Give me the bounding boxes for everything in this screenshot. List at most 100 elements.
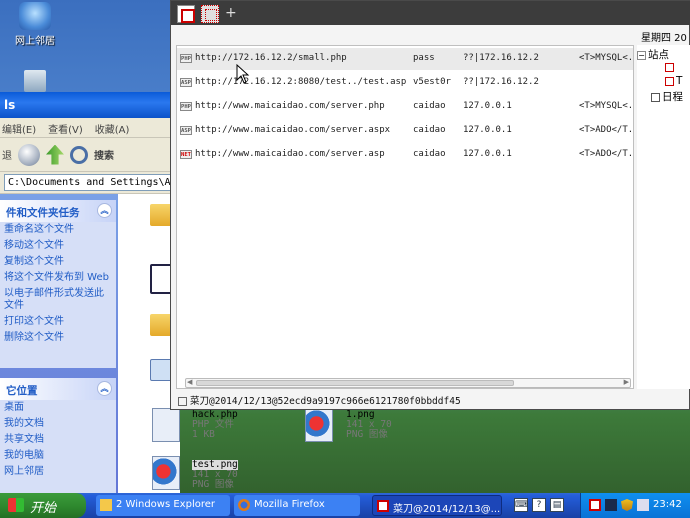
task-rename[interactable]: 重命名这个文件 bbox=[0, 222, 116, 238]
toolbar: 退 搜索 bbox=[0, 138, 180, 172]
folder-icon bbox=[100, 499, 112, 511]
row-password: v5est0r bbox=[413, 77, 451, 87]
scrollbar-thumb[interactable] bbox=[196, 380, 514, 386]
task-email[interactable]: 以电子邮件形式发送此文件 bbox=[0, 286, 116, 314]
scroll-left-icon[interactable]: ◀ bbox=[187, 378, 192, 386]
start-button[interactable]: 开始 bbox=[0, 493, 86, 518]
place-shared-documents[interactable]: 共享文档 bbox=[0, 432, 116, 448]
site-list: PHP http://172.16.12.2/small.php pass ??… bbox=[176, 45, 634, 389]
place-network[interactable]: 网上邻居 bbox=[0, 464, 116, 480]
task-copy[interactable]: 复制这个文件 bbox=[0, 254, 116, 270]
firefox-icon bbox=[238, 499, 250, 511]
desktop-icon-label: 网上邻居 bbox=[15, 36, 55, 47]
image-file-icon[interactable] bbox=[152, 456, 180, 490]
place-desktop[interactable]: 桌面 bbox=[0, 400, 116, 416]
schedule-icon bbox=[651, 92, 660, 102]
add-tab-icon[interactable]: + bbox=[225, 5, 237, 21]
row-url: http://www.maicaidao.com/server.aspx bbox=[195, 125, 391, 135]
search-button[interactable]: 搜索 bbox=[94, 147, 114, 162]
back-label[interactable]: 退 bbox=[2, 147, 12, 162]
row-url: http://172.16.12.2/small.php bbox=[195, 53, 347, 63]
monitor-icon[interactable] bbox=[605, 499, 617, 511]
caidao-app-icon bbox=[377, 500, 389, 512]
horizontal-scrollbar[interactable]: ◀ ▶ bbox=[185, 378, 631, 388]
row-url: http://www.maicaidao.com/server.asp bbox=[195, 149, 385, 159]
taskbar-button-firefox[interactable]: Mozilla Firefox bbox=[234, 495, 360, 516]
menu-item-edit[interactable]: 编辑(E) bbox=[2, 121, 36, 136]
row-url: http://www.maicaidao.com/server.php bbox=[195, 101, 385, 111]
place-my-computer[interactable]: 我的电脑 bbox=[0, 448, 116, 464]
taskbar-button-caidao[interactable]: 菜刀@2014/12/13@... bbox=[372, 495, 502, 516]
row-url: http://172.16.12.2:8080/test../test.asp bbox=[195, 77, 407, 87]
system-tray: 23:42 bbox=[580, 493, 690, 518]
task-delete[interactable]: 删除这个文件 bbox=[0, 330, 116, 346]
file-type: PNG 图像 bbox=[192, 479, 234, 490]
other-places-panel: 它位置 ︽ 桌面 我的文档 共享文档 我的电脑 网上邻居 bbox=[0, 378, 116, 498]
table-row[interactable]: ASP http://www.maicaidao.com/server.aspx… bbox=[177, 120, 633, 142]
file-size: 1 KB bbox=[192, 429, 215, 440]
tab-site-list[interactable] bbox=[177, 5, 195, 23]
row-password: caidao bbox=[413, 149, 446, 159]
security-shield-icon[interactable] bbox=[621, 499, 633, 511]
scroll-right-icon[interactable]: ▶ bbox=[624, 378, 629, 386]
file-tasks-panel: 件和文件夹任务 ︽ 重命名这个文件 移动这个文件 复制这个文件 将这个文件发布到… bbox=[0, 200, 116, 368]
tree-node-sites[interactable]: − 站点 bbox=[637, 47, 669, 62]
asp-badge-icon: ASP bbox=[180, 126, 192, 135]
tree-node-child[interactable] bbox=[665, 61, 676, 73]
menu-item-view[interactable]: 查看(V) bbox=[48, 121, 83, 136]
row-ip: ??|172.16.12.2 bbox=[463, 53, 539, 63]
taskbar: 开始 2 Windows Explorer Mozilla Firefox 菜刀… bbox=[0, 493, 690, 518]
table-row[interactable]: NET http://www.maicaidao.com/server.asp … bbox=[177, 144, 633, 166]
caidao-window: + 星期四 20 PHP http://172.16.12.2/small.ph… bbox=[170, 0, 690, 410]
tree-node-schedule[interactable]: 日程 bbox=[651, 89, 683, 104]
tree-node-child[interactable]: T bbox=[665, 75, 682, 87]
row-config: <T>ADO</T.. bbox=[579, 125, 633, 135]
other-places-header[interactable]: 它位置 ︽ bbox=[0, 378, 116, 400]
row-password: caidao bbox=[413, 125, 446, 135]
tab-bar: + bbox=[171, 1, 690, 25]
tab-secondary[interactable] bbox=[201, 5, 219, 23]
file-tasks-header[interactable]: 件和文件夹任务 ︽ bbox=[0, 200, 116, 222]
recycle-bin-icon bbox=[24, 70, 46, 92]
php-badge-icon: PHP bbox=[180, 54, 192, 63]
forward-icon[interactable] bbox=[18, 143, 40, 166]
task-publish[interactable]: 将这个文件发布到 Web bbox=[0, 270, 116, 286]
chevron-up-icon[interactable]: ︽ bbox=[97, 203, 112, 218]
document-icon[interactable]: ▤ bbox=[550, 498, 564, 512]
php-file-icon[interactable] bbox=[152, 408, 180, 442]
date-label: 星期四 20 bbox=[641, 33, 687, 44]
table-row[interactable]: PHP http://www.maicaidao.com/server.php … bbox=[177, 96, 633, 118]
image-file-icon[interactable] bbox=[305, 408, 333, 442]
menu-item-favorites[interactable]: 收藏(A) bbox=[95, 121, 130, 136]
row-ip: 127.0.0.1 bbox=[463, 101, 512, 111]
address-bar: C:\Documents and Settings\Ad bbox=[0, 172, 180, 194]
collapse-icon[interactable]: − bbox=[637, 50, 646, 60]
chevron-up-icon[interactable]: ︽ bbox=[97, 381, 112, 396]
side-tree: − 站点 T 日程 bbox=[637, 45, 690, 389]
address-input[interactable]: C:\Documents and Settings\Ad bbox=[4, 174, 176, 191]
file-item-hack[interactable]: hack.php PHP 文件 1 KB bbox=[192, 410, 238, 440]
mouse-cursor-icon bbox=[236, 63, 250, 84]
place-my-documents[interactable]: 我的文档 bbox=[0, 416, 116, 432]
caidao-tray-icon[interactable] bbox=[589, 499, 601, 511]
network-places-icon bbox=[19, 2, 51, 30]
file-type: PNG 图像 bbox=[346, 429, 388, 440]
file-item-testpng[interactable]: test.png 141 x 70 PNG 图像 bbox=[192, 460, 238, 490]
status-icon bbox=[178, 397, 187, 406]
window-thumbnail-icon[interactable] bbox=[150, 264, 172, 294]
file-item-1png[interactable]: 1.png 141 x 70 PNG 图像 bbox=[346, 410, 392, 440]
desktop-icon-network[interactable]: 网上邻居 bbox=[8, 2, 62, 47]
taskbar-button-explorer[interactable]: 2 Windows Explorer bbox=[96, 495, 230, 516]
task-pane: 件和文件夹任务 ︽ 重命名这个文件 移动这个文件 复制这个文件 将这个文件发布到… bbox=[0, 194, 118, 498]
volume-icon[interactable] bbox=[637, 499, 649, 511]
search-icon[interactable] bbox=[70, 145, 88, 164]
task-print[interactable]: 打印这个文件 bbox=[0, 314, 116, 330]
task-move[interactable]: 移动这个文件 bbox=[0, 238, 116, 254]
windows-flag-icon bbox=[8, 498, 24, 512]
row-ip: 127.0.0.1 bbox=[463, 149, 512, 159]
folder-up-icon[interactable] bbox=[46, 144, 64, 165]
help-icon[interactable]: ? bbox=[532, 498, 546, 512]
keyboard-icon[interactable]: ⌨ bbox=[514, 498, 528, 512]
window-title: ls bbox=[0, 92, 180, 118]
desktop-icon-recycle[interactable] bbox=[8, 70, 62, 94]
